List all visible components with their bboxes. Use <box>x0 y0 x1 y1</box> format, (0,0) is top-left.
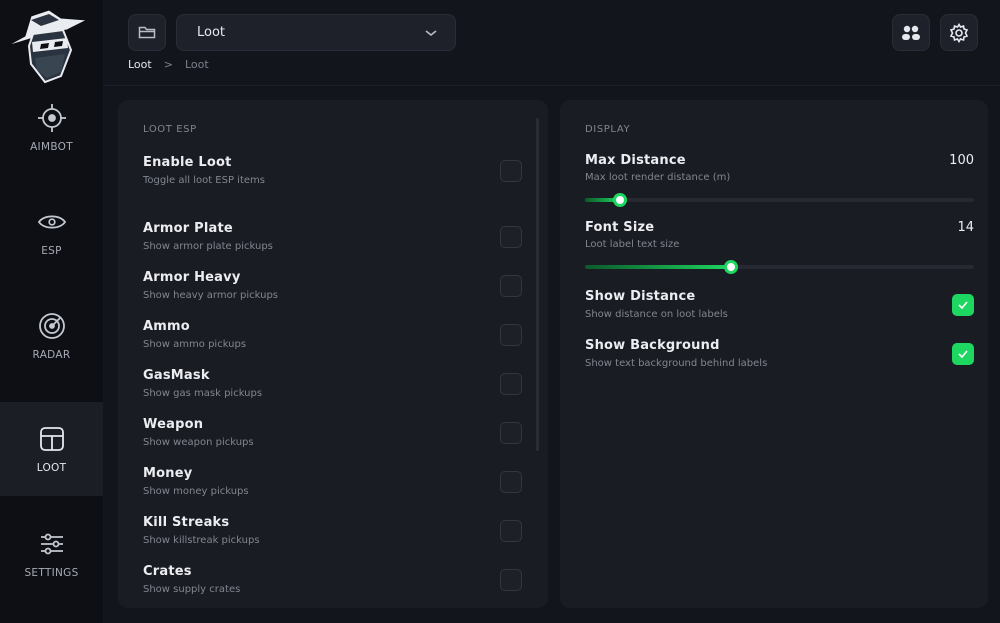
scrollbar[interactable] <box>536 118 539 451</box>
armor-heavy-checkbox[interactable] <box>500 275 522 297</box>
gasmask-checkbox[interactable] <box>500 373 522 395</box>
settings-button[interactable] <box>940 14 978 51</box>
row-title: Enable Loot <box>143 155 232 170</box>
row-title: Weapon <box>143 417 204 432</box>
row-subtitle: Show heavy armor pickups <box>143 290 279 301</box>
check-icon <box>958 301 968 309</box>
font-size-title: Font Size <box>585 220 655 235</box>
row-subtitle: Show ammo pickups <box>143 339 247 350</box>
weapon-checkbox[interactable] <box>500 422 522 444</box>
row-subtitle: Show supply crates <box>143 584 241 595</box>
font-size-slider[interactable] <box>585 260 974 274</box>
sliders-icon <box>37 529 67 559</box>
max-distance-subtitle: Max loot render distance (m) <box>585 172 731 183</box>
gear-icon <box>949 22 969 43</box>
sidebar-item-radar[interactable]: RADAR <box>0 289 103 383</box>
row-title: Armor Plate <box>143 221 233 236</box>
row-subtitle: Show killstreak pickups <box>143 535 260 546</box>
armor-plate-checkbox[interactable] <box>500 226 522 248</box>
font-size-subtitle: Loot label text size <box>585 239 680 250</box>
eye-icon <box>37 207 67 237</box>
sidebar-item-settings[interactable]: SETTINGS <box>0 507 103 601</box>
row-subtitle: Show gas mask pickups <box>143 388 263 399</box>
show-background-title: Show Background <box>585 338 720 353</box>
header-divider <box>103 85 1000 86</box>
breadcrumb: Loot > Loot <box>128 58 209 71</box>
row-subtitle: Show money pickups <box>143 486 249 497</box>
crates-checkbox[interactable] <box>500 569 522 591</box>
sidebar-item-label: RADAR <box>32 349 71 361</box>
breadcrumb-current[interactable]: Loot <box>128 58 152 71</box>
dropdown-value: Loot <box>197 25 226 40</box>
money-checkbox[interactable] <box>500 471 522 493</box>
folder-icon <box>138 26 156 39</box>
show-background-checkbox[interactable] <box>952 343 974 365</box>
slider-thumb[interactable] <box>723 260 738 274</box>
sidebar-item-loot[interactable]: LOOT <box>0 402 103 496</box>
slider-fill <box>585 265 731 269</box>
max-distance-title: Max Distance <box>585 153 686 168</box>
users-button[interactable] <box>892 14 930 51</box>
row-title: Ammo <box>143 319 190 334</box>
max-distance-slider[interactable] <box>585 193 974 207</box>
row-subtitle: Show weapon pickups <box>143 437 254 448</box>
ammo-checkbox[interactable] <box>500 324 522 346</box>
row-title: Crates <box>143 564 192 579</box>
slider-thumb[interactable] <box>613 193 627 207</box>
row-subtitle: Toggle all loot ESP items <box>143 175 265 186</box>
folder-button[interactable] <box>128 14 166 51</box>
section-title: LOOT ESP <box>143 124 197 135</box>
show-distance-subtitle: Show distance on loot labels <box>585 309 728 320</box>
row-title: Kill Streaks <box>143 515 230 530</box>
display-panel: DISPLAY Max Distance Max loot render dis… <box>560 100 988 608</box>
row-title: Armor Heavy <box>143 270 241 285</box>
row-subtitle: Show armor plate pickups <box>143 241 273 252</box>
sidebar-item-label: AIMBOT <box>30 141 73 153</box>
sidebar-item-esp[interactable]: ESP <box>0 185 103 279</box>
max-distance-value: 100 <box>949 153 974 168</box>
loot-esp-panel: LOOT ESP Enable Loot Toggle all loot ESP… <box>118 100 548 608</box>
row-title: Money <box>143 466 193 481</box>
crosshair-icon <box>37 103 67 133</box>
users-icon <box>902 25 920 40</box>
show-distance-title: Show Distance <box>585 289 696 304</box>
breadcrumb-separator: > <box>163 58 173 71</box>
layout-icon <box>37 424 67 454</box>
sidebar-item-label: SETTINGS <box>24 567 79 579</box>
check-icon <box>958 350 968 358</box>
chevron-down-icon <box>425 29 437 36</box>
sidebar-item-aimbot[interactable]: AIMBOT <box>0 81 103 175</box>
logo-icon <box>6 9 89 84</box>
kill-streaks-checkbox[interactable] <box>500 520 522 542</box>
show-background-subtitle: Show text background behind labels <box>585 358 768 369</box>
section-title: DISPLAY <box>585 124 631 135</box>
breadcrumb-page: Loot <box>184 58 209 71</box>
enable-loot-checkbox[interactable] <box>500 160 522 182</box>
sidebar: AIMBOT ESP RADAR LOOT SETTINGS <box>0 0 103 623</box>
show-distance-checkbox[interactable] <box>952 294 974 316</box>
radar-icon <box>37 311 67 341</box>
sidebar-item-label: LOOT <box>36 462 67 474</box>
row-title: GasMask <box>143 368 210 383</box>
config-dropdown[interactable]: Loot <box>176 14 456 51</box>
font-size-value: 14 <box>957 220 974 235</box>
sidebar-item-label: ESP <box>41 245 62 257</box>
